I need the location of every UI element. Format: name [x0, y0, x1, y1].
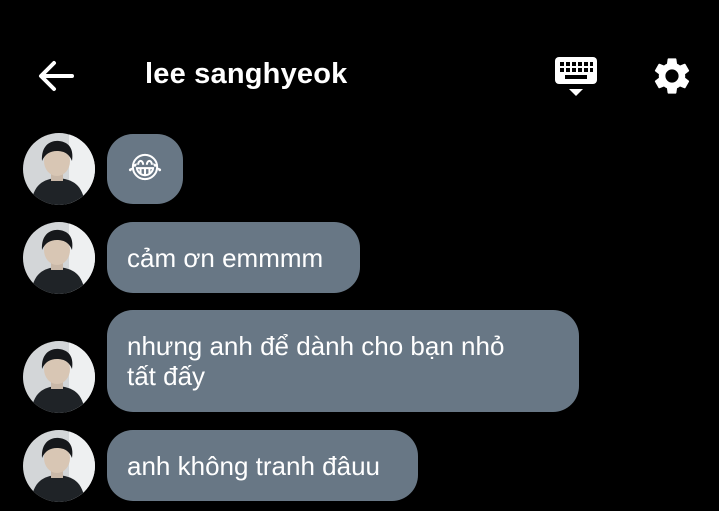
message-bubble[interactable]: cảm ơn emmmm — [107, 222, 360, 293]
avatar-photo — [23, 222, 95, 294]
emoji-face-with-tears-of-joy: 😂 — [127, 152, 163, 185]
avatar-photo — [23, 341, 95, 413]
message-text: anh không tranh đâuu — [127, 450, 380, 481]
message-bubble[interactable]: anh không tranh đâuu — [107, 430, 418, 501]
back-button[interactable] — [36, 56, 76, 96]
message-text: cảm ơn emmmm — [127, 242, 324, 273]
page-title: lee sanghyeok — [145, 58, 348, 90]
avatar-photo — [23, 133, 95, 205]
arrow-left-icon — [39, 61, 74, 91]
avatar[interactable] — [23, 222, 95, 294]
settings-button[interactable] — [650, 54, 694, 98]
avatar[interactable] — [23, 430, 95, 502]
message-bubble[interactable]: 😂 — [107, 134, 183, 204]
chat-header: lee sanghyeok — [0, 0, 719, 150]
keyboard-button[interactable] — [553, 54, 599, 100]
avatar[interactable] — [23, 341, 95, 413]
avatar[interactable] — [23, 133, 95, 205]
keyboard-icon — [555, 57, 597, 96]
gear-icon — [654, 58, 690, 94]
avatar-photo — [23, 430, 95, 502]
message-text: nhưng anh để dành cho bạn nhỏ tất đấy — [127, 331, 512, 391]
message-bubble[interactable]: nhưng anh để dành cho bạn nhỏ tất đấy — [107, 310, 579, 412]
